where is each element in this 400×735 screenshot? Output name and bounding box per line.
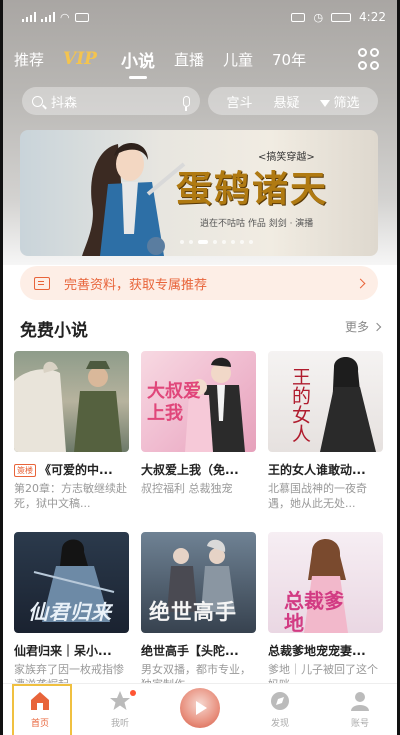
edit-profile-icon xyxy=(34,276,50,290)
book-title: 绝世高手【头陀... xyxy=(141,644,239,658)
user-icon xyxy=(351,692,369,711)
search-input[interactable]: 抖森 xyxy=(22,87,200,115)
nav-my-listening[interactable]: 我听 xyxy=(90,690,150,729)
tab-children[interactable]: 儿童 xyxy=(223,49,253,70)
cover-text: 大叔爱上我 xyxy=(147,381,201,424)
banner-title: 蛋鸫诸天 xyxy=(176,168,329,210)
book-cover: 大叔爱上我 xyxy=(141,351,256,452)
battery-icon xyxy=(331,12,352,22)
banner-pagination xyxy=(180,240,253,244)
tab-70s[interactable]: 70年 xyxy=(272,49,306,70)
hero-banner[interactable]: <搞笑穿越> 蛋鸫诸天 逍在不咕咕 作品 剡剑 · 演播 xyxy=(20,130,378,256)
more-label: 更多 xyxy=(344,320,369,334)
signal-icon-2 xyxy=(41,12,55,22)
now-playing-icon xyxy=(180,688,220,728)
filter-tag-suspense[interactable]: 悬疑 xyxy=(273,92,299,111)
signal-icon xyxy=(22,12,36,22)
filter-icon xyxy=(320,99,331,107)
book-card[interactable]: 仙君归来 仙君归来｜呆小... 家族弃了因一枚戒指惨遭逆袭崛起... xyxy=(14,532,129,692)
book-description: 叔控福利 总裁独宠 xyxy=(141,482,233,495)
status-right: ◷ 4:22 xyxy=(291,10,386,24)
book-cover xyxy=(14,351,129,452)
cover-text: 仙君归来 xyxy=(28,600,112,624)
section-title: 免费小说 xyxy=(20,321,88,341)
search-icon xyxy=(32,95,43,107)
cover-text: 总裁爹地 xyxy=(284,589,344,633)
book-title: 大叔爱上我（免... xyxy=(141,463,239,477)
nav-label: 账号 xyxy=(350,719,369,729)
notification-dot xyxy=(130,690,136,696)
profile-promo-bar[interactable]: 完善资料，获取专属推荐 xyxy=(20,266,378,300)
book-title: 王的女人谁敢动... xyxy=(268,463,366,477)
status-left: ◠ xyxy=(22,11,89,24)
tab-vip[interactable]: VIP xyxy=(63,49,97,69)
nav-label: 发现 xyxy=(270,719,289,729)
book-description: 北慕国战神的一夜奇遇，她从此无处... xyxy=(268,482,367,510)
book-title: 簽楼 《可爱的中... xyxy=(14,461,129,478)
cover-art-horse-rider xyxy=(14,361,122,452)
banner-author: 逍在不咕咕 作品 剡剑 · 演播 xyxy=(200,219,314,229)
chevron-right-icon xyxy=(355,278,366,288)
vibrate-icon xyxy=(291,12,306,22)
alarm-icon: ◷ xyxy=(313,10,324,24)
nav-label: 我听 xyxy=(110,719,129,729)
wifi-icon: ◠ xyxy=(60,10,70,24)
nav-discover[interactable]: 发现 xyxy=(250,690,310,729)
book-card[interactable]: 簽楼 《可爱的中... 第20章：方志敏继续赴死，狱中文稿... xyxy=(14,351,129,511)
status-time: 4:22 xyxy=(359,10,386,24)
filter-tag-palace[interactable]: 宫斗 xyxy=(226,92,252,111)
cover-text: 王的女人 xyxy=(289,367,311,443)
filter-button[interactable]: 筛选 xyxy=(320,92,360,111)
tab-live[interactable]: 直播 xyxy=(174,49,204,70)
filter-bar: 宫斗 悬疑 筛选 xyxy=(208,87,378,115)
book-title: 总裁爹地宠宠妻... xyxy=(268,644,366,658)
star-icon xyxy=(110,691,130,710)
status-bar: ◠ ◷ 4:22 xyxy=(0,0,400,34)
book-cover: 总裁爹地 xyxy=(268,532,383,633)
nav-player[interactable] xyxy=(170,688,230,728)
compass-icon xyxy=(271,692,289,710)
search-text: 抖森 xyxy=(51,95,78,111)
book-card[interactable]: 大叔爱上我 大叔爱上我（免... 叔控福利 总裁独宠 xyxy=(141,351,256,511)
nav-label: 首页 xyxy=(30,719,49,729)
notification-icon xyxy=(74,12,89,22)
home-icon xyxy=(31,692,49,710)
book-card[interactable]: 绝世高手 绝世高手【头陀... 男女双播，都市专业，独家制作... xyxy=(141,532,256,692)
category-grid-icon[interactable] xyxy=(358,48,380,70)
nav-home[interactable]: 首页 xyxy=(10,684,72,735)
book-cover: 王的女人 xyxy=(268,351,383,452)
book-title-text: 《可爱的中... xyxy=(39,463,113,477)
bottom-navigation: 首页 我听 发现 账号 xyxy=(0,683,400,735)
banner-character-art xyxy=(82,142,186,256)
chevron-right-icon xyxy=(372,322,382,331)
category-tabs: 推荐 VIP 小说 直播 儿童 70年 xyxy=(0,42,400,79)
book-cover: 绝世高手 xyxy=(141,532,256,633)
book-title: 仙君归来｜呆小... xyxy=(14,644,112,658)
cover-text: 绝世高手 xyxy=(149,599,237,624)
book-cover: 仙君归来 xyxy=(14,532,129,633)
microphone-icon[interactable] xyxy=(183,95,190,111)
tab-novel[interactable]: 小说 xyxy=(121,47,155,79)
nav-account[interactable]: 账号 xyxy=(330,690,390,729)
filter-label: 筛选 xyxy=(333,95,360,111)
book-tag: 簽楼 xyxy=(14,464,36,477)
promo-text: 完善资料，获取专属推荐 xyxy=(64,277,208,293)
book-description: 第20章：方志敏继续赴死，狱中文稿... xyxy=(14,482,127,510)
book-card[interactable]: 总裁爹地 总裁爹地宠宠妻... 爹地｜儿子被回了这个妈咪... xyxy=(268,532,383,692)
more-link[interactable]: 更多 xyxy=(344,318,382,335)
book-card[interactable]: 王的女人 王的女人谁敢动... 北慕国战神的一夜奇遇，她从此无处... xyxy=(268,351,383,511)
tab-recommend[interactable]: 推荐 xyxy=(14,49,44,70)
